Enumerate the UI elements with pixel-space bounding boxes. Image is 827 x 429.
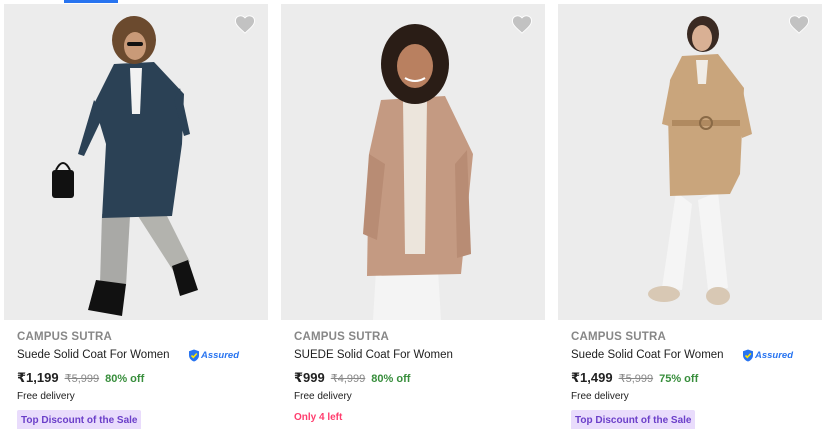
- original-price: ₹5,999: [64, 373, 100, 385]
- offer-tag: Top Discount of the Sale: [17, 410, 142, 429]
- product-card[interactable]: CAMPUS SUTRA Suede Solid Coat For Women …: [558, 4, 822, 429]
- delivery-info: Free delivery: [571, 391, 629, 402]
- heart-icon[interactable]: [234, 14, 256, 34]
- delivery-info: Free delivery: [17, 391, 75, 402]
- selling-price: ₹999: [294, 370, 325, 385]
- selling-price: ₹1,499: [571, 370, 613, 385]
- product-image[interactable]: [281, 4, 545, 320]
- discount-percent: 80% off: [371, 373, 411, 385]
- original-price: ₹5,999: [618, 373, 654, 385]
- product-title[interactable]: Suede Solid Coat For Women: [17, 349, 170, 361]
- active-tab-indicator: [64, 0, 118, 3]
- product-card[interactable]: CAMPUS SUTRA Suede Solid Coat For Women …: [4, 4, 268, 429]
- assured-shield-icon: [742, 349, 753, 361]
- brand-name: CAMPUS SUTRA: [17, 331, 113, 343]
- assured-badge: Assured: [188, 349, 239, 362]
- product-grid: CAMPUS SUTRA Suede Solid Coat For Women …: [4, 4, 822, 429]
- assured-badge: Assured: [742, 349, 793, 362]
- assured-label: Assured: [200, 349, 239, 361]
- brand-name: CAMPUS SUTRA: [294, 331, 390, 343]
- discount-percent: 80% off: [105, 373, 145, 385]
- heart-icon[interactable]: [788, 14, 810, 34]
- product-image[interactable]: [4, 4, 268, 320]
- product-title[interactable]: SUEDE Solid Coat For Women: [294, 349, 453, 361]
- delivery-info: Free delivery: [294, 391, 352, 402]
- brand-name: CAMPUS SUTRA: [571, 331, 667, 343]
- selling-price: ₹1,199: [17, 370, 59, 385]
- offer-tag: Top Discount of the Sale: [571, 410, 696, 429]
- stock-warning: Only 4 left: [294, 412, 343, 423]
- heart-icon[interactable]: [511, 14, 533, 34]
- discount-percent: 75% off: [659, 373, 699, 385]
- original-price: ₹4,999: [330, 373, 366, 385]
- assured-label: Assured: [754, 349, 793, 361]
- product-title[interactable]: Suede Solid Coat For Women: [571, 349, 724, 361]
- product-card[interactable]: CAMPUS SUTRA SUEDE Solid Coat For Women …: [281, 4, 545, 429]
- assured-shield-icon: [188, 349, 199, 361]
- product-image[interactable]: [558, 4, 822, 320]
